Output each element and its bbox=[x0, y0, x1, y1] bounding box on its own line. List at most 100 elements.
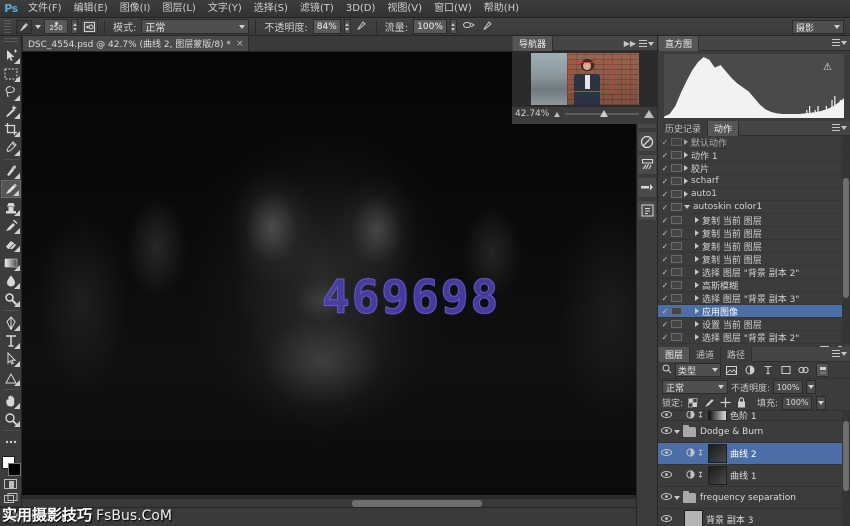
layers-scrollbar[interactable] bbox=[842, 411, 850, 526]
panel-menu-icon[interactable] bbox=[832, 124, 840, 132]
action-dialog-toggle-box[interactable] bbox=[671, 333, 682, 341]
hand-tool[interactable] bbox=[1, 392, 21, 410]
navigator-tab[interactable]: 导航器 bbox=[513, 36, 553, 51]
actions-scroll-thumb[interactable] bbox=[843, 178, 849, 298]
chevron-right-icon[interactable] bbox=[695, 230, 699, 236]
actions-panel-menu[interactable] bbox=[832, 124, 847, 132]
marquee-tool[interactable] bbox=[1, 65, 21, 83]
dodge-tool[interactable] bbox=[1, 290, 21, 308]
action-row[interactable]: ✓auto1 bbox=[658, 188, 850, 201]
brush-panel-toggle-icon[interactable] bbox=[81, 19, 98, 34]
action-dialog-toggle-box[interactable] bbox=[671, 177, 682, 185]
layer-visibility-eye-icon[interactable] bbox=[658, 449, 674, 459]
opacity-stepper[interactable] bbox=[344, 19, 351, 34]
pressure-size-icon[interactable] bbox=[480, 19, 496, 34]
path-selection-tool[interactable] bbox=[1, 350, 21, 368]
flow-stepper[interactable] bbox=[450, 19, 457, 34]
blur-tool[interactable] bbox=[1, 272, 21, 290]
panel-menu-chevron-icon[interactable] bbox=[648, 42, 654, 46]
action-enabled-checkmark-icon[interactable]: ✓ bbox=[659, 151, 671, 160]
adjustment-layer-icon[interactable] bbox=[684, 448, 696, 459]
chevron-down-icon[interactable] bbox=[684, 205, 690, 209]
chevron-right-icon[interactable] bbox=[684, 139, 688, 145]
action-dialog-toggle-box[interactable] bbox=[671, 320, 682, 328]
layer-visibility-eye-icon[interactable] bbox=[658, 411, 674, 421]
action-dialog-toggle-box[interactable] bbox=[671, 138, 682, 146]
layer-opacity-stepper[interactable] bbox=[806, 380, 816, 394]
panel-menu-chevron-icon[interactable] bbox=[841, 41, 847, 45]
layers-panel-menu[interactable] bbox=[832, 350, 847, 358]
background-color-swatch[interactable] bbox=[8, 463, 21, 476]
adjustment-layer-icon[interactable] bbox=[684, 470, 696, 481]
menu-item-1[interactable]: 编辑(E) bbox=[68, 0, 114, 18]
chevron-right-icon[interactable] bbox=[695, 308, 699, 314]
move-tool[interactable] bbox=[1, 47, 21, 65]
layer-filter-toggle[interactable] bbox=[816, 363, 829, 377]
chevron-right-icon[interactable] bbox=[684, 178, 688, 184]
opacity-value[interactable]: 84% bbox=[313, 19, 341, 34]
panel-menu-chevron-icon[interactable] bbox=[841, 126, 847, 130]
document-tab[interactable]: DSC_4554.psd @ 42.7% (曲线 2, 图层蒙版/8) * × bbox=[22, 35, 249, 51]
filter-adjustment-icon[interactable] bbox=[742, 363, 757, 377]
pen-tool[interactable] bbox=[1, 313, 21, 331]
menu-item-6[interactable]: 滤镜(T) bbox=[294, 0, 340, 18]
filter-shape-icon[interactable] bbox=[778, 363, 793, 377]
layer-filter-kind-select[interactable]: 类型 bbox=[675, 363, 721, 377]
layer-row[interactable]: 色阶 1 bbox=[658, 411, 850, 421]
layers-panel-tab-0[interactable]: 图层 bbox=[659, 347, 690, 362]
chevron-down-icon[interactable] bbox=[674, 496, 680, 500]
action-dialog-toggle-box[interactable] bbox=[671, 190, 682, 198]
brush-size-field[interactable]: 250 bbox=[44, 19, 68, 34]
layer-visibility-eye-icon[interactable] bbox=[658, 515, 674, 525]
layer-fill-value[interactable]: 100% bbox=[782, 396, 812, 410]
layer-visibility-eye-icon[interactable] bbox=[658, 471, 674, 481]
layer-row[interactable]: frequency separation bbox=[658, 487, 850, 509]
filter-smart-object-icon[interactable] bbox=[796, 363, 811, 377]
action-enabled-checkmark-icon[interactable]: ✓ bbox=[659, 190, 671, 199]
chevron-right-icon[interactable] bbox=[695, 243, 699, 249]
crop-tool[interactable] bbox=[1, 120, 21, 138]
menu-item-9[interactable]: 窗口(W) bbox=[428, 0, 478, 18]
navigator-zoom-value[interactable]: 42.74% bbox=[515, 109, 549, 119]
action-enabled-checkmark-icon[interactable]: ✓ bbox=[659, 242, 671, 251]
layer-thumbnail[interactable] bbox=[684, 510, 703, 526]
menu-item-5[interactable]: 选择(S) bbox=[248, 0, 294, 18]
layer-visibility-eye-icon[interactable] bbox=[658, 427, 674, 437]
action-enabled-checkmark-icon[interactable]: ✓ bbox=[659, 320, 671, 329]
filter-pixel-icon[interactable] bbox=[724, 363, 739, 377]
canvas-hscroll-thumb[interactable] bbox=[352, 500, 482, 507]
adjustment-layer-icon[interactable] bbox=[684, 411, 696, 421]
action-row[interactable]: ✓动作 1 bbox=[658, 149, 850, 162]
panel-menu-icon[interactable] bbox=[832, 350, 840, 358]
navigator-preview[interactable] bbox=[512, 51, 657, 107]
action-enabled-checkmark-icon[interactable]: ✓ bbox=[659, 281, 671, 290]
navigator-view-box[interactable] bbox=[569, 62, 613, 92]
action-dialog-toggle-box[interactable] bbox=[671, 203, 682, 211]
layers-panel-tab-2[interactable]: 路径 bbox=[721, 347, 752, 362]
chevron-right-icon[interactable] bbox=[684, 152, 688, 158]
action-enabled-checkmark-icon[interactable]: ✓ bbox=[659, 294, 671, 303]
chevron-right-icon[interactable] bbox=[684, 191, 688, 197]
brush-tool[interactable] bbox=[1, 180, 21, 199]
layer-mask-thumbnail[interactable] bbox=[708, 411, 727, 421]
close-icon[interactable]: × bbox=[236, 39, 244, 49]
actions-panel-tab-0[interactable]: 历史记录 bbox=[659, 121, 708, 136]
layers-scroll-thumb[interactable] bbox=[843, 421, 849, 491]
action-row[interactable]: ✓默认动作 bbox=[658, 136, 850, 149]
zoom-in-icon[interactable] bbox=[644, 110, 654, 118]
shape-tool[interactable] bbox=[1, 368, 21, 386]
filter-search-icon[interactable] bbox=[662, 364, 672, 377]
layer-opacity-value[interactable]: 100% bbox=[773, 380, 803, 394]
menu-item-3[interactable]: 图层(L) bbox=[156, 0, 201, 18]
layer-mask-link-icon[interactable] bbox=[696, 470, 708, 481]
menu-item-10[interactable]: 帮助(H) bbox=[478, 0, 525, 18]
layer-row[interactable]: 曲线 2 bbox=[658, 443, 850, 465]
tools-panel-grip[interactable] bbox=[4, 38, 18, 44]
brush-preset-chevron-down-icon[interactable] bbox=[35, 25, 41, 29]
chevron-right-icon[interactable] bbox=[695, 217, 699, 223]
chevron-down-icon[interactable] bbox=[674, 430, 680, 434]
clone-stamp-tool[interactable] bbox=[1, 198, 21, 216]
info-panel-icon[interactable] bbox=[637, 200, 657, 221]
lock-all-icon[interactable] bbox=[735, 397, 747, 409]
brush-preview-icon[interactable] bbox=[16, 20, 32, 34]
